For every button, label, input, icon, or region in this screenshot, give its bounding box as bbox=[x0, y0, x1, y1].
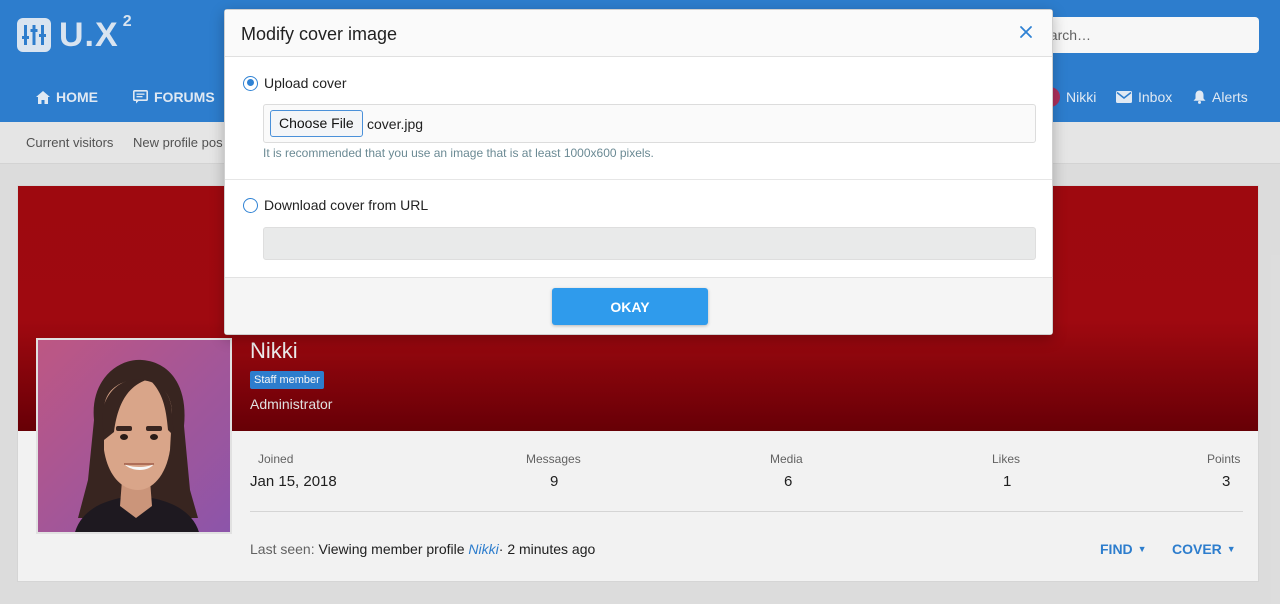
download-url-radio[interactable] bbox=[243, 197, 258, 213]
modify-cover-modal: Modify cover image Upload cover Choose F… bbox=[224, 9, 1053, 335]
section-divider bbox=[225, 179, 1052, 180]
close-icon bbox=[1020, 26, 1032, 38]
file-upload-field: Choose File cover.jpg bbox=[263, 104, 1036, 143]
modal-title: Modify cover image bbox=[241, 24, 398, 44]
okay-button[interactable]: OKAY bbox=[552, 288, 708, 325]
selected-file-name: cover.jpg bbox=[367, 116, 424, 132]
cover-url-input[interactable] bbox=[263, 227, 1036, 260]
choose-file-button[interactable]: Choose File bbox=[270, 110, 363, 137]
upload-hint: It is recommended that you use an image … bbox=[263, 146, 654, 160]
upload-cover-label: Upload cover bbox=[264, 75, 347, 91]
modal-header: Modify cover image bbox=[225, 10, 1052, 57]
upload-cover-option[interactable]: Upload cover bbox=[243, 75, 347, 91]
close-button[interactable] bbox=[1018, 24, 1034, 40]
download-url-option[interactable]: Download cover from URL bbox=[243, 197, 428, 213]
modal-footer: OKAY bbox=[225, 277, 1052, 334]
download-url-label: Download cover from URL bbox=[264, 197, 429, 213]
upload-cover-radio[interactable] bbox=[243, 75, 258, 91]
